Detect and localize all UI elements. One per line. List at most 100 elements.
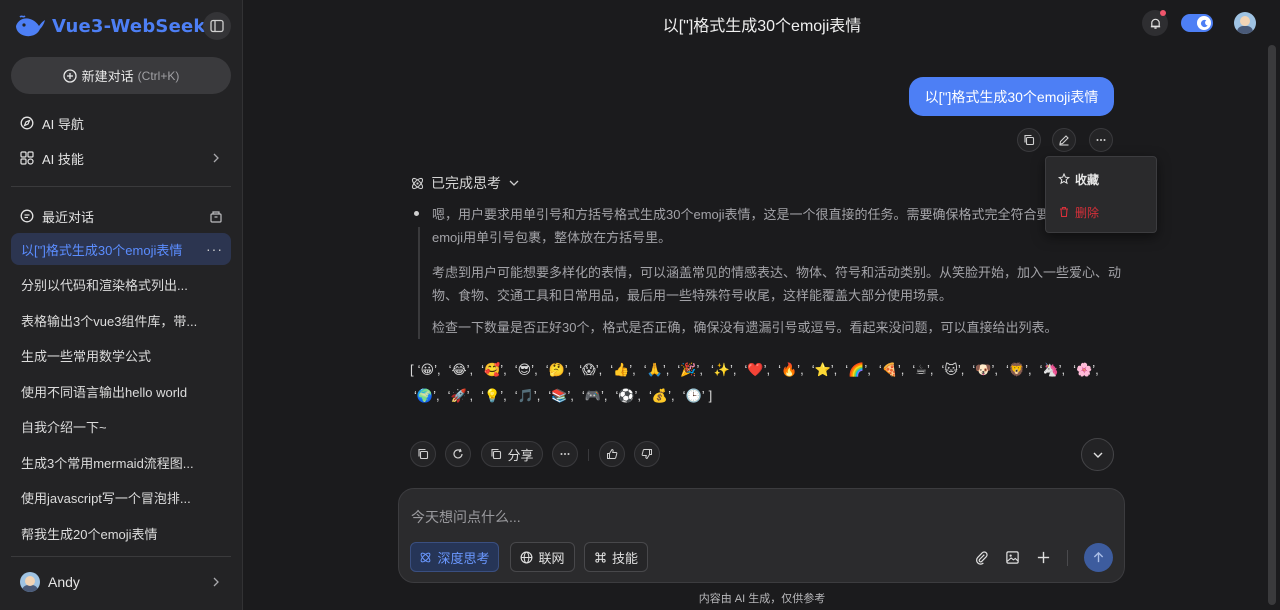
bullet-dot bbox=[414, 211, 419, 216]
scroll-to-bottom-button[interactable] bbox=[1081, 438, 1114, 471]
emoji-item: ‘🎵’, bbox=[514, 388, 541, 403]
emoji-item: ‘🦁’, bbox=[1006, 362, 1032, 377]
menu-item-label: 删除 bbox=[1075, 205, 1100, 220]
edit-message-button[interactable] bbox=[1052, 128, 1076, 152]
plus-icon bbox=[1037, 551, 1049, 563]
message-more-button[interactable] bbox=[1089, 128, 1113, 152]
sidebar-divider bbox=[11, 556, 231, 557]
emoji-item: ‘🌸’, bbox=[1073, 362, 1099, 377]
sidebar-toggle-icon bbox=[210, 19, 224, 33]
thinking-paragraph: 检查一下数量是否正好30个，格式是否正确，确保没有遗漏引号或逗号。看起来没问题，… bbox=[432, 320, 1058, 335]
like-button[interactable] bbox=[599, 441, 625, 467]
regenerate-button[interactable] bbox=[445, 441, 471, 467]
answer-more-button[interactable] bbox=[552, 441, 578, 467]
notification-button[interactable] bbox=[1142, 10, 1168, 36]
chevron-right-icon bbox=[213, 577, 219, 587]
emoji-item: ‘🦄’, bbox=[1039, 362, 1066, 377]
logo[interactable]: Vue3-WebSeek bbox=[14, 10, 206, 42]
chat-bubble-icon bbox=[20, 209, 34, 223]
copy-icon bbox=[1024, 134, 1035, 146]
conversation-item[interactable]: 帮我生成20个emoji表情 bbox=[11, 517, 231, 549]
grid-icon bbox=[20, 151, 34, 165]
user-profile[interactable]: Andy bbox=[20, 570, 225, 594]
emoji-item: ‘🥰’, bbox=[481, 362, 507, 377]
theme-toggle[interactable] bbox=[1181, 14, 1213, 32]
atom-icon bbox=[421, 552, 431, 562]
nav-ai-skills[interactable]: AI 技能 bbox=[20, 147, 225, 169]
sidebar: Vue3-WebSeek 新建对话 (Ctrl+K) AI 导航 AI 技能 最… bbox=[0, 0, 243, 610]
conversation-title: 以["]格式生成30个emoji表情 bbox=[21, 242, 183, 258]
conversation-item[interactable]: 表格输出3个vue3组件库，带... bbox=[11, 304, 231, 336]
share-icon bbox=[491, 448, 502, 460]
trash-icon bbox=[1060, 206, 1068, 218]
conversation-title: 生成3个常用mermaid流程图... bbox=[21, 455, 194, 471]
conversation-item[interactable]: 生成3个常用mermaid流程图... bbox=[11, 446, 231, 478]
notification-dot bbox=[1160, 10, 1166, 16]
deep-think-toggle[interactable]: 深度思考 bbox=[410, 542, 499, 572]
more-options-icon[interactable]: ··· bbox=[206, 241, 223, 257]
thinking-label: 已完成思考 bbox=[431, 175, 501, 191]
new-chat-shortcut: (Ctrl+K) bbox=[137, 68, 180, 83]
command-icon bbox=[595, 551, 606, 563]
emoji-item: ‘🤔’, bbox=[545, 362, 572, 377]
web-search-toggle[interactable]: 联网 bbox=[510, 542, 575, 572]
copy-answer-button[interactable] bbox=[410, 441, 436, 467]
conversation-item[interactable]: 生成一些常用数学公式 bbox=[11, 339, 231, 371]
conversation-item[interactable]: 使用不同语言输出hello world bbox=[11, 375, 231, 407]
scrollbar[interactable] bbox=[1268, 45, 1276, 605]
composer: 今天想问点什么... 深度思考 联网 技能 bbox=[398, 488, 1125, 583]
skills-toggle[interactable]: 技能 bbox=[584, 542, 648, 572]
bracket-close: ] bbox=[708, 388, 713, 403]
nav-label: AI 技能 bbox=[42, 151, 84, 167]
menu-item-delete[interactable]: 删除 bbox=[1058, 202, 1099, 222]
image-icon bbox=[1005, 550, 1019, 564]
thinking-paragraph: 嗯，用户要求用单引号和方括号格式生成30个emoji表情，这是一个很直接的任务。… bbox=[432, 207, 1102, 245]
moon-icon bbox=[1200, 19, 1208, 27]
add-button[interactable] bbox=[1032, 546, 1054, 568]
emoji-item: ‘🐶’, bbox=[972, 362, 998, 377]
bracket-open: [ bbox=[410, 362, 414, 377]
emoji-item: ‘✨’, bbox=[710, 362, 737, 377]
chevron-down-icon bbox=[509, 180, 519, 186]
chevron-down-icon bbox=[1093, 452, 1102, 458]
menu-item-favorite[interactable]: 收藏 bbox=[1058, 169, 1099, 189]
star-icon bbox=[1058, 173, 1070, 185]
clear-history-icon[interactable] bbox=[209, 209, 223, 223]
conversation-item[interactable]: 分别以代码和渲染格式列出... bbox=[11, 268, 231, 300]
share-button[interactable]: 分享 bbox=[481, 441, 543, 467]
new-chat-button[interactable]: 新建对话 (Ctrl+K) bbox=[11, 57, 231, 94]
thinking-quote-bar bbox=[418, 227, 420, 339]
emoji-item: ‘😎’, bbox=[514, 362, 538, 377]
app-name: Vue3-WebSeek bbox=[52, 15, 206, 37]
emoji-item: ‘👍’, bbox=[610, 362, 636, 377]
conversation-item-active[interactable]: 以["]格式生成30个emoji表情 ··· bbox=[11, 233, 231, 265]
emoji-item: ‘🌍’, bbox=[414, 388, 440, 403]
conversation-title: 使用javascript写一个冒泡排... bbox=[21, 490, 191, 506]
conversation-item[interactable]: 使用javascript写一个冒泡排... bbox=[11, 481, 231, 513]
conversation-item[interactable]: 自我介绍一下~ bbox=[11, 410, 231, 442]
image-upload-button[interactable] bbox=[1001, 546, 1023, 568]
sidebar-divider bbox=[11, 186, 231, 187]
thumbs-up-icon bbox=[607, 448, 618, 459]
ellipsis-icon bbox=[560, 453, 570, 455]
menu-item-label: 收藏 bbox=[1075, 172, 1100, 187]
dislike-button[interactable] bbox=[634, 441, 660, 467]
chevron-right-icon bbox=[213, 153, 219, 163]
emoji-item: ‘💰’, bbox=[649, 388, 675, 403]
atom-icon bbox=[411, 177, 424, 189]
attach-button[interactable] bbox=[970, 546, 992, 568]
emoji-item: ‘🎮’, bbox=[581, 388, 608, 403]
message-context-menu: 收藏 删除 bbox=[1045, 156, 1157, 233]
thinking-toggle[interactable]: 已完成思考 bbox=[410, 173, 519, 193]
emoji-item: ‘😂’, bbox=[448, 362, 474, 377]
share-label: 分享 bbox=[507, 447, 534, 463]
refresh-icon bbox=[453, 448, 463, 459]
conversation-title: 自我介绍一下~ bbox=[21, 419, 107, 435]
copy-message-button[interactable] bbox=[1017, 128, 1041, 152]
thinking-paragraph: 考虑到用户可能想要多样化的表情，可以涵盖常见的情感表达、物体、符号和活动类别。从… bbox=[432, 265, 1122, 303]
nav-ai-navigation[interactable]: AI 导航 bbox=[20, 112, 225, 134]
send-button[interactable] bbox=[1084, 543, 1113, 572]
message-input[interactable]: 今天想问点什么... bbox=[411, 507, 521, 527]
header-avatar[interactable] bbox=[1234, 12, 1256, 34]
collapse-sidebar-button[interactable] bbox=[203, 12, 231, 40]
